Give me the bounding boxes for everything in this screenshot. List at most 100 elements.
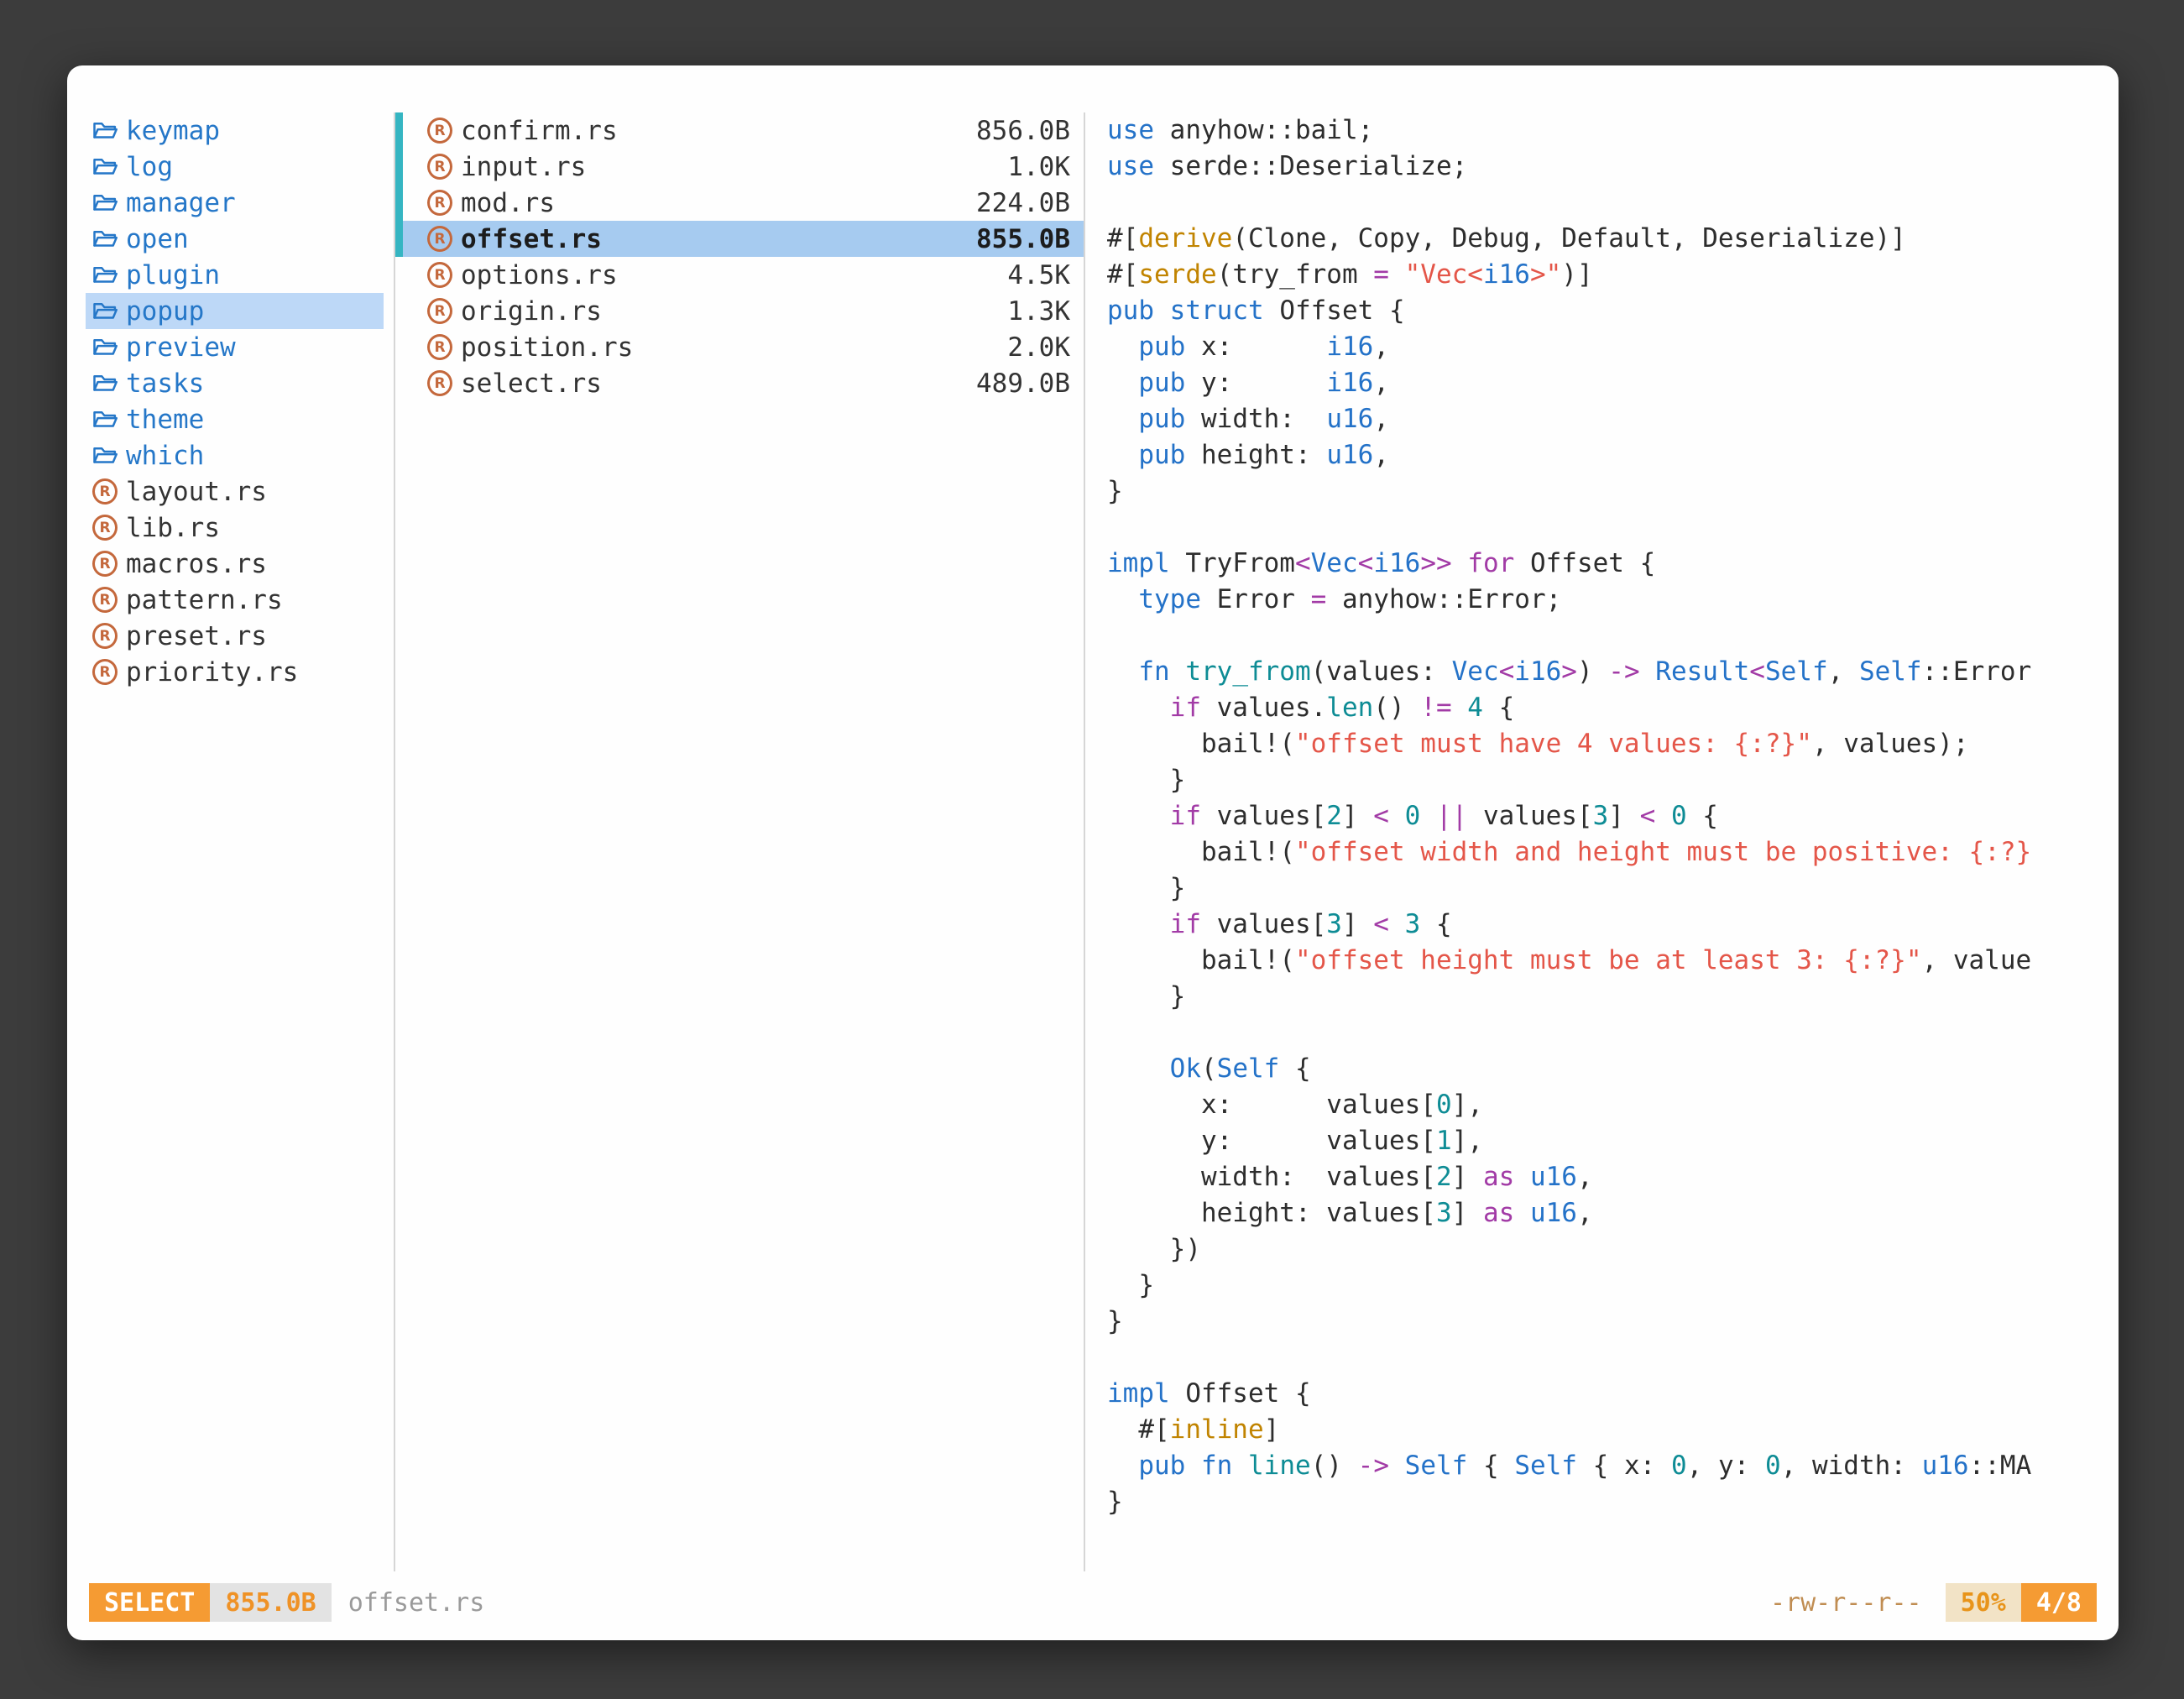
- item-label: plugin: [126, 260, 220, 290]
- code-line: }: [1107, 1268, 2119, 1304]
- item-label: tasks: [126, 369, 204, 399]
- dir-item-popup[interactable]: popup: [86, 293, 384, 329]
- item-label: which: [126, 441, 204, 471]
- item-size: 856.0B: [976, 116, 1070, 146]
- item-label: confirm.rs: [461, 116, 618, 146]
- code-line: [1107, 1015, 2119, 1051]
- file-item-pattern.rs[interactable]: Rpattern.rs: [86, 582, 384, 618]
- size-badge: 855.0B: [210, 1583, 331, 1622]
- code-line: use serde::Deserialize;: [1107, 149, 2119, 185]
- item-label: manager: [126, 188, 236, 218]
- item-label: macros.rs: [126, 549, 267, 579]
- permissions-text: -rw-r--r--: [1770, 1588, 1922, 1618]
- code-line: pub x: i16,: [1107, 329, 2119, 365]
- rust-icon: R: [427, 227, 452, 252]
- code-line: #[serde(try_from = "Vec<i16>")]: [1107, 257, 2119, 293]
- folder-open-icon: [92, 407, 118, 432]
- item-label: preset.rs: [126, 621, 267, 651]
- item-label: preview: [126, 332, 236, 363]
- file-item-mod.rs[interactable]: Rmod.rs224.0B: [395, 185, 1084, 221]
- dir-item-plugin[interactable]: plugin: [86, 257, 384, 293]
- code-line: pub height: u16,: [1107, 437, 2119, 473]
- dir-item-preview[interactable]: preview: [86, 329, 384, 365]
- item-label: select.rs: [461, 369, 602, 399]
- scroll-percent-badge: 50%: [1946, 1583, 2021, 1622]
- mode-badge: SELECT: [89, 1583, 210, 1622]
- dir-item-theme[interactable]: theme: [86, 401, 384, 437]
- code-line: Ok(Self {: [1107, 1051, 2119, 1087]
- dir-item-open[interactable]: open: [86, 221, 384, 257]
- rust-icon: R: [92, 660, 118, 685]
- item-label: keymap: [126, 116, 220, 146]
- code-line: width: values[2] as u16,: [1107, 1159, 2119, 1195]
- item-label: theme: [126, 405, 204, 435]
- current-pane: Rconfirm.rs 856.0B Rinput.rs 1.0K Rmod.rs 224…: [395, 112, 1085, 1571]
- folder-open-icon: [92, 263, 118, 288]
- code-line: #[inline]: [1107, 1412, 2119, 1448]
- cursor-position-badge: 4/8: [2021, 1583, 2097, 1622]
- code-line: height: values[3] as u16,: [1107, 1195, 2119, 1231]
- item-label: position.rs: [461, 332, 633, 363]
- preview-pane: use anyhow::bail;use serde::Deserialize;…: [1085, 112, 2119, 1571]
- dir-item-log[interactable]: log: [86, 149, 384, 185]
- folder-open-icon: [92, 191, 118, 216]
- rust-icon: R: [92, 479, 118, 504]
- item-size: 1.3K: [1007, 296, 1070, 327]
- rust-icon: R: [427, 263, 452, 288]
- item-label: lib.rs: [126, 513, 220, 543]
- file-item-select.rs[interactable]: Rselect.rs489.0B: [395, 365, 1084, 401]
- file-item-input.rs[interactable]: Rinput.rs 1.0K: [395, 149, 1084, 185]
- rust-icon: R: [92, 552, 118, 577]
- file-item-confirm.rs[interactable]: Rconfirm.rs 856.0B: [395, 112, 1084, 149]
- file-item-lib.rs[interactable]: Rlib.rs: [86, 510, 384, 546]
- rust-icon: R: [92, 624, 118, 649]
- dir-item-keymap[interactable]: keymap: [86, 112, 384, 149]
- folder-open-icon: [92, 335, 118, 360]
- item-label: input.rs: [461, 152, 586, 182]
- item-label: open: [126, 224, 189, 254]
- item-size: 2.0K: [1007, 332, 1070, 363]
- code-line: if values.len() != 4 {: [1107, 690, 2119, 726]
- item-label: options.rs: [461, 260, 618, 290]
- code-line: x: values[0],: [1107, 1087, 2119, 1123]
- code-line: }: [1107, 979, 2119, 1015]
- file-item-offset.rs[interactable]: Roffset.rs855.0B: [395, 221, 1084, 257]
- item-label: origin.rs: [461, 296, 602, 327]
- item-size: 489.0B: [976, 369, 1070, 399]
- file-item-priority.rs[interactable]: Rpriority.rs: [86, 654, 384, 690]
- item-size: 1.0K: [1007, 152, 1070, 182]
- code-line: fn try_from(values: Vec<i16>) -> Result<…: [1107, 654, 2119, 690]
- dir-item-tasks[interactable]: tasks: [86, 365, 384, 401]
- status-bar: SELECT 855.0B offset.rs -rw-r--r-- 50% 4…: [89, 1583, 2097, 1622]
- code-line: bail!("offset must have 4 values: {:?}",…: [1107, 726, 2119, 762]
- item-size: 4.5K: [1007, 260, 1070, 290]
- code-line: [1107, 185, 2119, 221]
- item-size: 224.0B: [976, 188, 1070, 218]
- code-line: if values[2] < 0 || values[3] < 0 {: [1107, 798, 2119, 834]
- rust-icon: R: [92, 588, 118, 613]
- file-item-macros.rs[interactable]: Rmacros.rs: [86, 546, 384, 582]
- code-line: pub fn line() -> Self { Self { x: 0, y: …: [1107, 1448, 2119, 1484]
- rust-icon: R: [427, 154, 452, 180]
- rust-icon: R: [427, 335, 452, 360]
- parent-pane: keymaplogmanager open plugin popup preview ta…: [67, 112, 395, 1571]
- dir-item-manager[interactable]: manager: [86, 185, 384, 221]
- file-item-origin.rs[interactable]: Rorigin.rs1.3K: [395, 293, 1084, 329]
- code-line: impl Offset {: [1107, 1376, 2119, 1412]
- file-item-position.rs[interactable]: Rposition.rs 2.0K: [395, 329, 1084, 365]
- code-line: impl TryFrom<Vec<i16>> for Offset {: [1107, 546, 2119, 582]
- code-line: }: [1107, 870, 2119, 907]
- file-item-options.rs[interactable]: Roptions.rs 4.5K: [395, 257, 1084, 293]
- code-line: pub struct Offset {: [1107, 293, 2119, 329]
- dir-item-which[interactable]: which: [86, 437, 384, 473]
- file-item-layout.rs[interactable]: Rlayout.rs: [86, 473, 384, 510]
- item-label: popup: [126, 296, 204, 327]
- code-line: [1107, 1340, 2119, 1376]
- item-label: priority.rs: [126, 657, 298, 687]
- code-line: [1107, 510, 2119, 546]
- code-line: }: [1107, 473, 2119, 510]
- item-label: offset.rs: [461, 224, 602, 254]
- item-label: mod.rs: [461, 188, 555, 218]
- rust-icon: R: [427, 118, 452, 144]
- file-item-preset.rs[interactable]: Rpreset.rs: [86, 618, 384, 654]
